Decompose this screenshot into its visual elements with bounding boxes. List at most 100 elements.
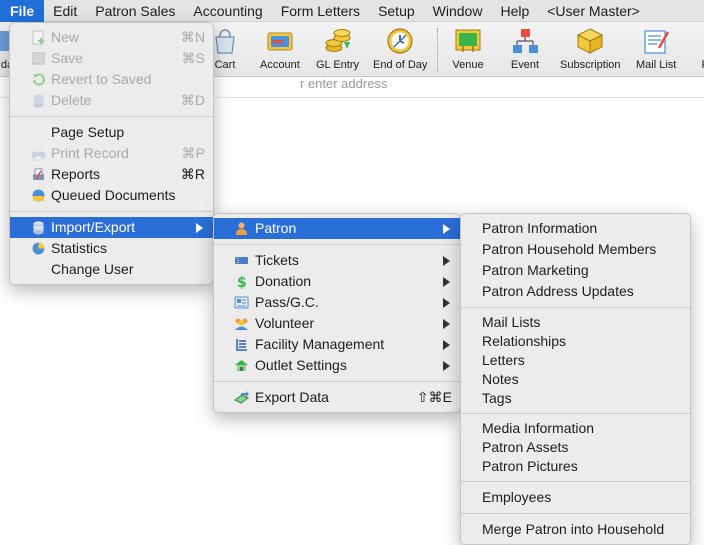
save-icon: [32, 52, 45, 65]
submenu-item-outlet-settings[interactable]: Outlet Settings: [214, 355, 460, 376]
submenu-arrow-icon: [443, 319, 450, 329]
menu-form-letters[interactable]: Form Letters: [272, 0, 369, 22]
patron-item-patron-assets[interactable]: Patron Assets: [461, 438, 690, 457]
clock-icon: [387, 28, 413, 54]
submenu-item-tickets[interactable]: Tickets: [214, 250, 460, 271]
menu-user-master[interactable]: <User Master>: [538, 0, 649, 22]
patron-item-patron-pictures[interactable]: Patron Pictures: [461, 457, 690, 476]
toolbar-cart-label: Cart: [214, 59, 236, 71]
new-document-icon: [32, 30, 44, 45]
reports-icon: [33, 168, 44, 180]
toolbar-subscription-label: Subscription: [560, 59, 621, 71]
menu-separator: [461, 481, 690, 482]
menu-item-statistics[interactable]: Statistics: [10, 238, 213, 259]
toolbar-partial-right-button[interactable]: Pr: [690, 25, 704, 75]
database-delete-icon: [33, 94, 44, 108]
menu-separator: [214, 244, 460, 245]
menu-window[interactable]: Window: [424, 0, 492, 22]
menu-separator: [10, 211, 213, 212]
import-export-submenu: Patron Tickets $ Donation Pass/G.C. Volu…: [213, 213, 461, 413]
hierarchy-icon: [513, 29, 538, 53]
person-icon: [236, 222, 247, 235]
menu-item-new: New ⌘N: [10, 27, 213, 48]
revert-icon: [33, 73, 45, 86]
patron-item-employees[interactable]: Employees: [461, 487, 690, 508]
patron-item-notes[interactable]: Notes: [461, 370, 690, 389]
credit-card-icon: [267, 32, 293, 51]
menu-separator: [461, 307, 690, 308]
patron-submenu: Patron Information Patron Household Memb…: [460, 213, 691, 545]
outlet-store-icon: [235, 360, 248, 371]
menu-separator: [10, 116, 213, 117]
menu-item-queued-documents[interactable]: Queued Documents: [10, 185, 213, 206]
submenu-arrow-icon: [443, 256, 450, 266]
mail-list-icon: [644, 30, 670, 54]
patron-item-tags[interactable]: Tags: [461, 389, 690, 408]
toolbar-end-of-day-button[interactable]: End of Day: [373, 25, 427, 75]
menu-setup[interactable]: Setup: [369, 0, 424, 22]
patron-item-patron-household-members[interactable]: Patron Household Members: [461, 239, 690, 260]
toolbar-venue-button[interactable]: Venue: [451, 25, 485, 75]
patron-item-patron-marketing[interactable]: Patron Marketing: [461, 260, 690, 281]
patron-item-patron-address-updates[interactable]: Patron Address Updates: [461, 281, 690, 302]
patron-item-merge-patron-into-household[interactable]: Merge Patron into Household: [461, 519, 690, 540]
patron-item-patron-information[interactable]: Patron Information: [461, 218, 690, 239]
patron-item-relationships[interactable]: Relationships: [461, 332, 690, 351]
menu-patron-sales[interactable]: Patron Sales: [86, 0, 184, 22]
toolbar-event-button[interactable]: Event: [508, 25, 542, 75]
toolbar-gl-entry-label: GL Entry: [316, 59, 359, 71]
package-icon: [577, 28, 604, 54]
statistics-icon: [32, 242, 45, 255]
toolbar-mail-list-button[interactable]: Mail List: [636, 25, 676, 75]
toolbar-event-label: Event: [510, 59, 540, 71]
menu-item-change-user[interactable]: Change User: [10, 259, 213, 280]
toolbar-end-of-day-label: End of Day: [373, 59, 428, 71]
database-icon: [33, 221, 44, 235]
submenu-arrow-icon: [443, 298, 450, 308]
submenu-arrow-icon: [443, 361, 450, 371]
toolbar-separator: [437, 28, 438, 72]
patron-item-mail-lists[interactable]: Mail Lists: [461, 313, 690, 332]
submenu-arrow-icon: [443, 277, 450, 287]
menu-item-page-setup[interactable]: Page Setup: [10, 122, 213, 143]
menu-item-import-export[interactable]: Import/Export: [10, 217, 213, 238]
menu-item-save: Save ⌘S: [10, 48, 213, 69]
menu-item-reports[interactable]: Reports ⌘R: [10, 164, 213, 185]
toolbar-subscription-button[interactable]: Subscription: [560, 25, 621, 75]
submenu-item-export-data[interactable]: Export Data ⇧⌘E: [214, 387, 460, 408]
menu-item-delete: Delete ⌘D: [10, 90, 213, 111]
address-placeholder: r enter address: [300, 76, 388, 91]
menu-file[interactable]: File: [0, 0, 45, 22]
menu-item-print-record: Print Record ⌘P: [10, 143, 213, 164]
patron-item-letters[interactable]: Letters: [461, 351, 690, 370]
menu-bar: File Edit Patron Sales Accounting Form L…: [0, 0, 704, 22]
menu-separator: [214, 381, 460, 382]
submenu-item-volunteer[interactable]: Volunteer: [214, 313, 460, 334]
submenu-item-patron[interactable]: Patron: [214, 218, 460, 239]
submenu-arrow-icon: [196, 223, 203, 233]
menu-item-revert-to-saved: Revert to Saved: [10, 69, 213, 90]
volunteer-group-icon: [235, 318, 248, 330]
toolbar-account-label: Account: [260, 59, 300, 71]
toolbar-gl-entry-button[interactable]: GL Entry: [316, 25, 359, 75]
submenu-item-pass-gc[interactable]: Pass/G.C.: [214, 292, 460, 313]
svg-text:$: $: [237, 275, 247, 289]
toolbar-mail-list-label: Mail List: [636, 59, 677, 71]
printer-icon: [32, 148, 45, 161]
menu-edit[interactable]: Edit: [44, 0, 86, 22]
pass-card-icon: [234, 296, 249, 309]
submenu-arrow-icon: [443, 224, 450, 234]
patron-item-media-information[interactable]: Media Information: [461, 419, 690, 438]
submenu-item-facility-management[interactable]: Facility Management: [214, 334, 460, 355]
menu-help[interactable]: Help: [491, 0, 538, 22]
menu-separator: [461, 413, 690, 414]
facility-list-icon: [236, 339, 247, 351]
submenu-arrow-icon: [443, 340, 450, 350]
queued-documents-icon: [32, 189, 45, 202]
menu-accounting[interactable]: Accounting: [184, 0, 271, 22]
toolbar-account-button[interactable]: Account: [260, 25, 300, 75]
shopping-bag-icon: [215, 29, 235, 54]
ticket-icon: [235, 257, 248, 264]
export-data-icon: [234, 391, 249, 404]
submenu-item-donation[interactable]: $ Donation: [214, 271, 460, 292]
